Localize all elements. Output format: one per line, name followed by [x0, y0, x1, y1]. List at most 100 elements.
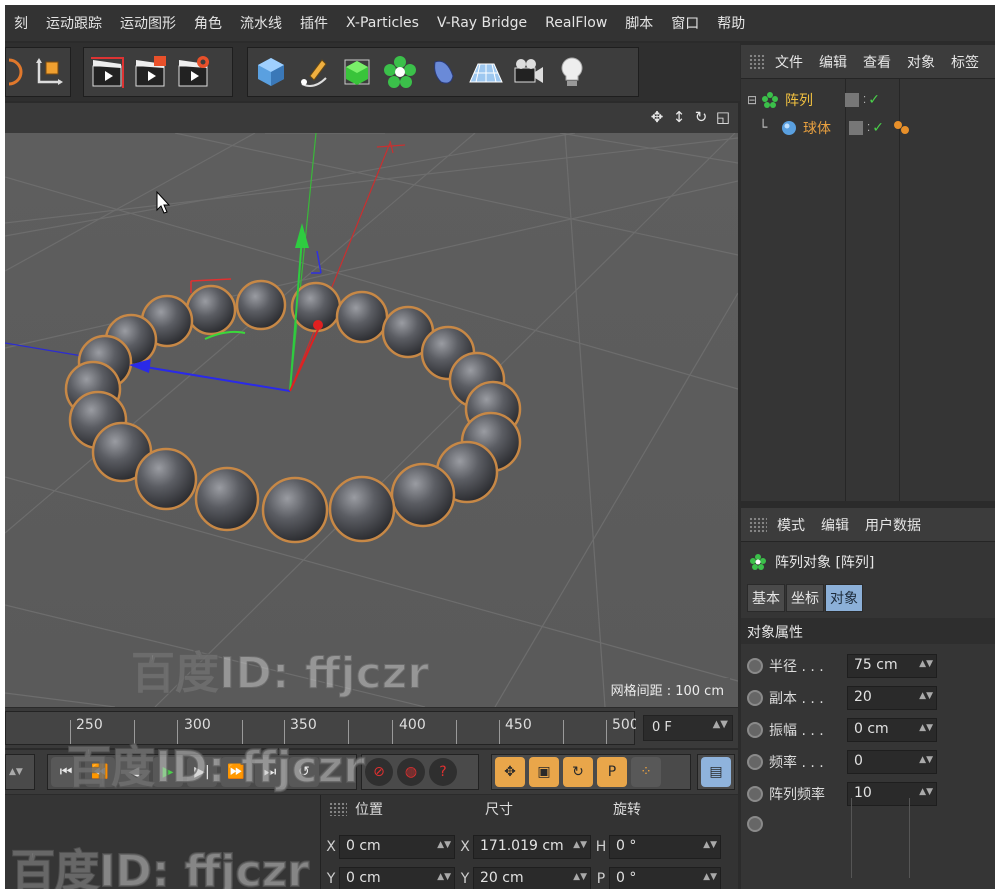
next-frame-icon[interactable]: ▶|	[187, 757, 217, 787]
auto-key-icon[interactable]: ◍	[397, 758, 425, 786]
axis-icon[interactable]	[30, 52, 67, 92]
move-key-icon[interactable]: ✥	[495, 757, 525, 787]
rotation-h-field[interactable]: 0 ° ▲▼	[609, 835, 721, 859]
frequency-field[interactable]: 0 ▲▼	[847, 750, 937, 774]
radius-field[interactable]: 75 cm ▲▼	[847, 654, 937, 678]
menu-view[interactable]: 查看	[863, 52, 891, 72]
go-to-end-icon[interactable]: ⏭	[255, 757, 285, 787]
menu-file[interactable]: 文件	[775, 52, 803, 72]
layer-icon[interactable]	[845, 93, 859, 107]
animate-radio-icon[interactable]	[747, 816, 763, 832]
current-frame-field[interactable]: 0 F ▲▼	[643, 715, 733, 741]
position-x-field[interactable]: 0 cm ▲▼	[339, 835, 455, 859]
pen-spline-icon[interactable]	[294, 52, 334, 92]
animate-radio-icon[interactable]	[747, 658, 763, 674]
menu-mode[interactable]: 模式	[777, 515, 805, 535]
panel-grip-icon[interactable]	[749, 53, 765, 70]
panel-grip-icon[interactable]	[329, 802, 347, 816]
floor-icon[interactable]	[466, 52, 506, 92]
position-y-field[interactable]: 0 cm ▲▼	[339, 867, 455, 889]
menu-item[interactable]: 运动跟踪	[37, 13, 111, 33]
subtab-coordinates[interactable]: 坐标	[786, 584, 824, 612]
cloner-icon[interactable]	[380, 52, 420, 92]
spinner-icon[interactable]: ▲▼	[919, 755, 933, 765]
animate-radio-icon[interactable]	[747, 754, 763, 770]
3d-viewport[interactable]: 网格间距 : 100 cm	[5, 133, 738, 707]
menu-item[interactable]: 运动图形	[111, 13, 185, 33]
coordinate-system-icon[interactable]	[9, 52, 27, 92]
menu-item[interactable]: 脚本	[616, 13, 662, 33]
menu-tags[interactable]: 标签	[951, 52, 979, 72]
collapse-icon[interactable]: ⊟	[747, 93, 761, 107]
toggle-layout-icon[interactable]: ◱	[714, 108, 732, 126]
spinner-icon[interactable]: ▲▼	[573, 840, 587, 850]
deformer-icon[interactable]	[423, 52, 463, 92]
menu-item[interactable]: 角色	[185, 13, 231, 33]
loop-icon[interactable]: ↺	[289, 757, 319, 787]
timeline-ruler[interactable]: 250 300 350 400 450 500	[5, 711, 636, 745]
spinner-icon[interactable]: ▲▼	[437, 872, 451, 882]
amplitude-field[interactable]: 0 cm ▲▼	[847, 718, 937, 742]
record-key-icon[interactable]: ⊘	[365, 758, 393, 786]
menu-edit[interactable]: 编辑	[821, 515, 849, 535]
play-icon[interactable]: ▶	[153, 757, 183, 787]
array-frequency-field[interactable]: 10 ▲▼	[847, 782, 937, 806]
copies-field[interactable]: 20 ▲▼	[847, 686, 937, 710]
menu-item[interactable]: 窗口	[662, 13, 708, 33]
animate-radio-icon[interactable]	[747, 786, 763, 802]
object-name[interactable]: 球体	[803, 118, 847, 138]
object-row-sphere[interactable]: └ 球体 ⁚ ✓	[741, 115, 995, 141]
spinner-icon[interactable]: ▲▼	[919, 691, 933, 701]
menu-item[interactable]: X-Particles	[337, 15, 428, 31]
cube-icon[interactable]	[251, 52, 291, 92]
enabled-check-icon[interactable]: ✓	[868, 92, 880, 108]
animate-radio-icon[interactable]	[747, 690, 763, 706]
rotate-key-icon[interactable]: ↻	[563, 757, 593, 787]
spinner-icon[interactable]: ▲▼	[713, 719, 728, 730]
menu-item[interactable]: RealFlow	[536, 15, 616, 31]
visibility-dots-icon[interactable]: ⁚	[867, 123, 870, 134]
render-picture-viewer-icon[interactable]	[130, 52, 170, 92]
menu-item[interactable]: 帮助	[708, 13, 754, 33]
rotation-p-field[interactable]: 0 ° ▲▼	[609, 867, 721, 889]
subtab-basic[interactable]: 基本	[747, 584, 785, 612]
point-level-icon[interactable]: ⁘	[631, 757, 661, 787]
visibility-dots-icon[interactable]: ⁚	[863, 95, 866, 106]
spinner-icon[interactable]: ▲▼	[919, 659, 933, 669]
previous-frame-icon[interactable]: ◀	[119, 757, 149, 787]
spinner-icon[interactable]: ▲▼	[703, 872, 717, 882]
light-bulb-icon[interactable]	[552, 52, 592, 92]
menu-edit[interactable]: 编辑	[819, 52, 847, 72]
menu-item[interactable]: 插件	[291, 13, 337, 33]
object-row-cloner[interactable]: ⊟ 阵列 ⁚ ✓	[741, 87, 995, 113]
menu-object[interactable]: 对象	[907, 52, 935, 72]
menu-item[interactable]: 流水线	[231, 13, 291, 33]
menu-user-data[interactable]: 用户数据	[865, 515, 921, 535]
next-key-icon[interactable]: ⏩	[221, 757, 251, 787]
scale-key-icon[interactable]: ▣	[529, 757, 559, 787]
subdivision-surface-icon[interactable]	[337, 52, 377, 92]
zoom-view-icon[interactable]: ↕	[670, 108, 688, 126]
spinner-icon[interactable]: ▲▼	[573, 872, 587, 882]
spinner-icon[interactable]: ▲▼	[919, 787, 933, 797]
previous-key-icon[interactable]: ⏪	[85, 757, 115, 787]
rotate-view-icon[interactable]: ↻	[692, 108, 710, 126]
size-y-field[interactable]: 20 cm ▲▼	[473, 867, 591, 889]
parameter-key-icon[interactable]: P	[597, 757, 627, 787]
enabled-check-icon[interactable]: ✓	[872, 120, 884, 136]
animate-radio-icon[interactable]	[747, 722, 763, 738]
menu-item[interactable]: V-Ray Bridge	[428, 15, 536, 31]
frame-stepper[interactable]: ▲▼	[5, 754, 35, 790]
render-view-icon[interactable]	[87, 52, 127, 92]
size-x-field[interactable]: 171.019 cm ▲▼	[473, 835, 591, 859]
subtab-object[interactable]: 对象	[825, 584, 863, 612]
move-view-icon[interactable]: ✥	[648, 108, 666, 126]
render-settings-icon[interactable]	[173, 52, 213, 92]
spinner-icon[interactable]: ▲▼	[919, 723, 933, 733]
go-to-start-icon[interactable]: ⏮	[51, 757, 81, 787]
panel-grip-icon[interactable]	[749, 516, 767, 533]
camera-icon[interactable]	[509, 52, 549, 92]
spinner-icon[interactable]: ▲▼	[437, 840, 451, 850]
spinner-icon[interactable]: ▲▼	[703, 840, 717, 850]
section-header[interactable]: 对象属性	[741, 618, 995, 644]
